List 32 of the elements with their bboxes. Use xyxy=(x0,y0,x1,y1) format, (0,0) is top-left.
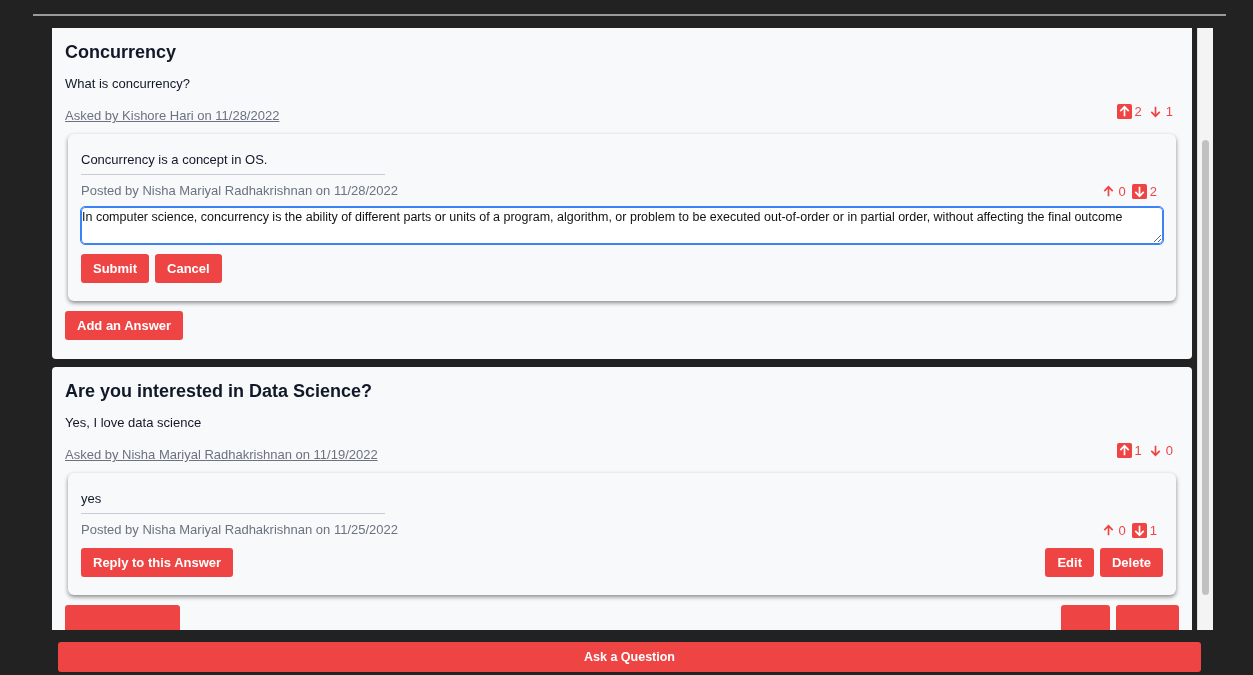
posted-by-text: Posted by Nisha Mariyal Radhakrishnan on 11/28/2022 xyxy=(81,183,398,199)
scrollbar[interactable] xyxy=(1197,28,1213,630)
cancel-button[interactable]: Cancel xyxy=(155,254,222,283)
question-text: Yes, I love data science xyxy=(65,415,203,431)
downvote-icon[interactable] xyxy=(1131,523,1147,538)
submit-button[interactable]: Submit xyxy=(81,254,150,283)
scrollbar-thumb[interactable] xyxy=(1202,140,1209,595)
posted-by-text: Posted by Nisha Mariyal Radhakrishnan on 11/25/2022 xyxy=(81,522,398,538)
ask-question-button[interactable]: Ask a Question xyxy=(58,642,1201,672)
vote-count: 2 xyxy=(1134,104,1142,119)
asked-by-link[interactable]: Asked by Kishore Hari on 11/28/2022 xyxy=(65,108,280,124)
vote-count: 1 xyxy=(1149,523,1157,538)
asked-by-link[interactable]: Asked by Nisha Mariyal Radhakrishnan on 11/19/2022 xyxy=(65,447,378,463)
answer-input-field[interactable]: In computer science, concurrency is the ability of different parts or units of a program, algorithm, or problem to be executed out-of-order or in partial order, without affecting the final outcome xyxy=(81,207,1163,244)
vote-count: 1 xyxy=(1134,443,1142,458)
downvote-icon[interactable] xyxy=(1131,184,1147,199)
answer-text: yes xyxy=(81,491,385,514)
vote-count: 0 xyxy=(1165,443,1173,458)
action-button[interactable]: Reply to this Answer xyxy=(81,548,234,577)
upvote-icon[interactable] xyxy=(1116,104,1132,119)
edit-button[interactable]: Edit xyxy=(1045,548,1094,577)
question-title: Are you interested in Data Science? xyxy=(65,380,374,402)
answer-text: Concurrency is a concept in OS. xyxy=(81,152,385,175)
vote-count: 0 xyxy=(1118,184,1126,199)
vote-count: 1 xyxy=(1165,104,1173,119)
upvote-icon[interactable] xyxy=(1116,443,1132,458)
vote-count: 2 xyxy=(1149,184,1157,199)
vote-count: 0 xyxy=(1118,523,1126,538)
question-title: Concurrency xyxy=(65,41,178,63)
delete-button[interactable]: Delete xyxy=(1099,548,1163,577)
question-text: What is concurrency? xyxy=(65,76,191,92)
action-button[interactable]: Add an Answer xyxy=(65,311,184,340)
